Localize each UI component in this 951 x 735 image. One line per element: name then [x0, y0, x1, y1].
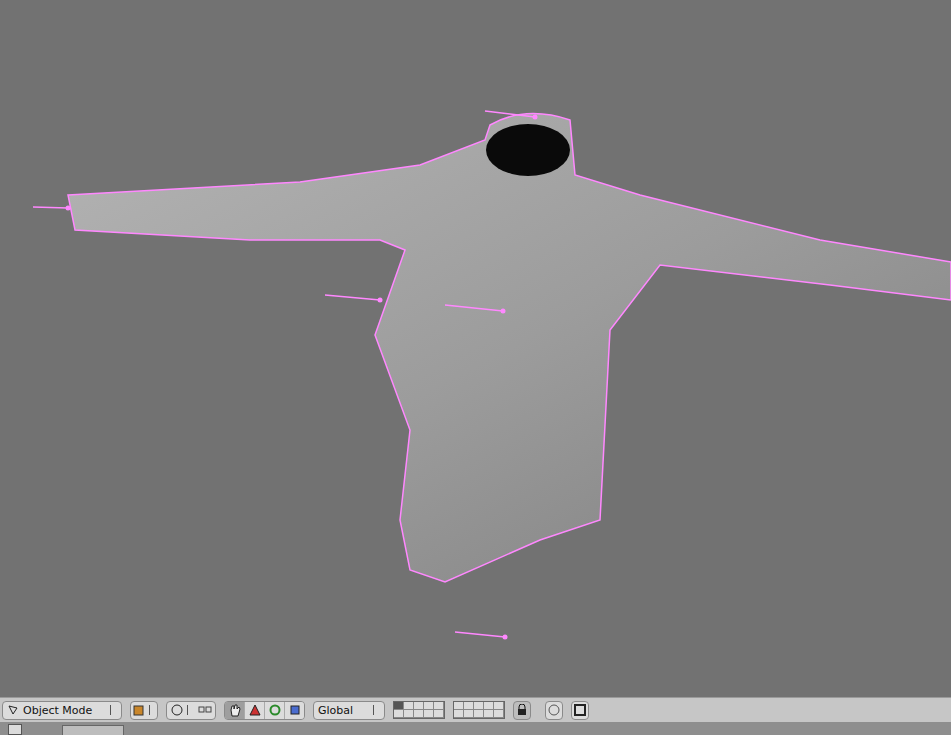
pivot-button[interactable] [166, 701, 216, 720]
camera-icon [547, 703, 561, 717]
translate-icon [249, 704, 261, 716]
mesh-object[interactable] [68, 114, 951, 582]
dropdown-arrows-icon [373, 705, 380, 715]
dropdown-arrows-icon [149, 705, 156, 715]
layer-button[interactable] [434, 710, 444, 718]
manipulator-button[interactable] [285, 702, 304, 719]
editor-type-icon[interactable] [8, 724, 22, 735]
dropdown-arrows-icon [187, 705, 194, 715]
layer-group [453, 701, 505, 719]
lamp-object[interactable] [485, 111, 538, 120]
layer-button[interactable] [424, 710, 434, 718]
scene-canvas[interactable] [0, 0, 951, 697]
layer-button[interactable] [464, 710, 474, 718]
lamp-object[interactable] [455, 632, 508, 640]
layer-button[interactable] [404, 702, 414, 710]
layer-button[interactable] [404, 710, 414, 718]
lock-button[interactable] [513, 701, 531, 720]
layer-button[interactable] [464, 702, 474, 710]
cube-icon [132, 703, 146, 717]
pivot-icon [170, 703, 184, 717]
layer-button[interactable] [414, 710, 424, 718]
layer-button[interactable] [394, 710, 404, 718]
manipulator-button[interactable] [265, 702, 285, 719]
render-button[interactable] [571, 701, 589, 720]
manipulator-button[interactable] [225, 702, 245, 719]
3d-viewport[interactable] [0, 0, 951, 697]
layer-button[interactable] [394, 702, 404, 710]
layer-group [393, 701, 445, 719]
manipulator-tools [224, 701, 305, 720]
layer-button[interactable] [434, 702, 444, 710]
draw-type-button[interactable] [130, 701, 158, 720]
lamp-object[interactable] [325, 295, 383, 303]
manipulator-button[interactable] [245, 702, 265, 719]
layer-button[interactable] [454, 710, 464, 718]
lamp-object[interactable] [445, 305, 506, 314]
image-icon [573, 703, 587, 717]
hand-icon [228, 703, 242, 717]
layer-button[interactable] [474, 702, 484, 710]
layer-button[interactable] [484, 710, 494, 718]
lamp-object[interactable] [33, 206, 71, 211]
layer-button[interactable] [424, 702, 434, 710]
object-mode-icon [7, 704, 19, 716]
layer-button[interactable] [494, 702, 504, 710]
viewport-header: Object Mode Global [0, 697, 951, 722]
next-area-header [0, 722, 951, 735]
orientation-menu[interactable]: Global [313, 701, 385, 720]
snap-icon [197, 704, 213, 716]
scale-icon [290, 705, 300, 715]
render-preview-button[interactable] [545, 701, 563, 720]
layer-button[interactable] [484, 702, 494, 710]
blender-window: Object Mode Global [0, 0, 951, 735]
layer-button[interactable] [454, 702, 464, 710]
layer-button[interactable] [494, 710, 504, 718]
lock-icon [517, 704, 527, 716]
mode-menu[interactable]: Object Mode [2, 701, 122, 720]
rotate-icon [269, 704, 281, 716]
layer-button[interactable] [474, 710, 484, 718]
dropdown-arrows-icon [110, 705, 117, 715]
layer-button[interactable] [414, 702, 424, 710]
area-tab[interactable] [62, 725, 124, 735]
